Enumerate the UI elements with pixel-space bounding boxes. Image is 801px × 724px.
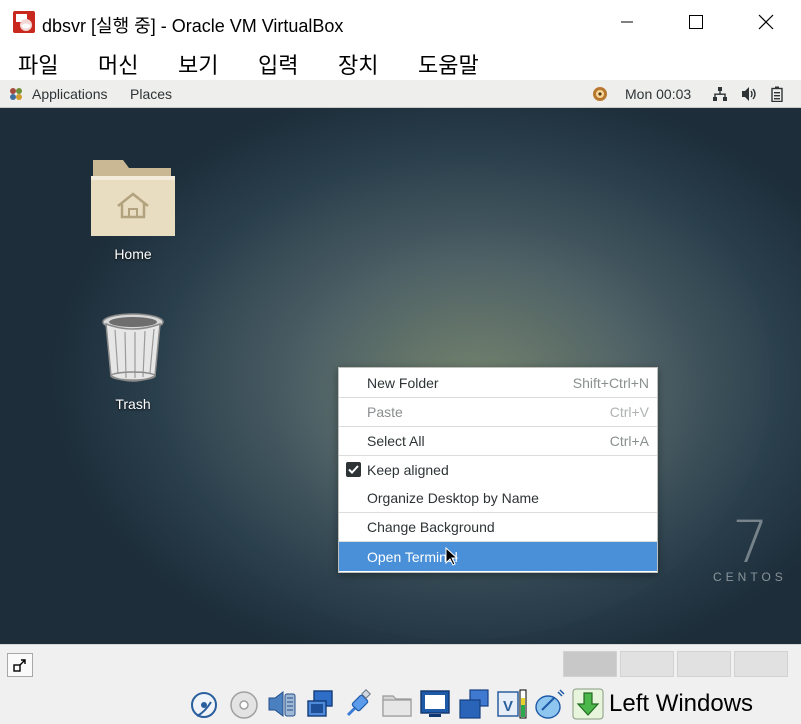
usb-icon[interactable] <box>343 688 375 720</box>
display-icon[interactable] <box>419 688 451 720</box>
menu-item-select-all[interactable]: Select All Ctrl+A <box>339 426 657 455</box>
mouse-integration-icon[interactable] <box>534 688 566 720</box>
vm-status-bar: V Left Windows <box>0 684 801 724</box>
centos-logo-number: 7 <box>732 508 769 576</box>
menu-help[interactable]: 도움말 <box>418 48 479 80</box>
trash-icon <box>102 313 164 382</box>
close-button[interactable] <box>743 6 789 38</box>
menu-input[interactable]: 입력 <box>258 48 298 80</box>
minimize-button[interactable] <box>604 6 650 38</box>
places-menu[interactable]: Places <box>130 86 172 102</box>
vm-menubar: 파일 머신 보기 입력 장치 도움말 <box>0 44 801 80</box>
battery-icon[interactable] <box>768 85 786 103</box>
menu-item-label: Select All <box>367 433 425 449</box>
maximize-icon <box>689 15 703 29</box>
centos-logo-word: CENTOS <box>713 570 787 584</box>
menu-devices[interactable]: 장치 <box>338 48 378 80</box>
checkbox-checked-icon <box>346 462 361 477</box>
vtx-cpu-icon[interactable]: V <box>496 688 528 720</box>
shared-folders-icon[interactable] <box>381 688 413 720</box>
menu-item-change-background[interactable]: Change Background <box>339 512 657 541</box>
close-icon <box>758 14 774 30</box>
svg-text:V: V <box>503 698 513 715</box>
menu-item-label: Paste <box>367 404 403 420</box>
menu-item-open-terminal[interactable]: Open Terminal <box>339 542 657 571</box>
applications-menu-icon <box>10 88 22 100</box>
desktop-icon-trash[interactable]: Trash <box>83 308 183 414</box>
audio-icon[interactable] <box>266 688 298 720</box>
virtualbox-vm-icon <box>13 11 35 33</box>
window-title: dbsvr [실행 중] - Oracle VM VirtualBox <box>42 16 344 36</box>
progress-segment <box>563 651 617 677</box>
desktop-icon-label: Trash <box>115 396 151 412</box>
home-folder-icon <box>91 160 175 236</box>
desktop-icon-home[interactable]: Home <box>83 154 183 264</box>
menu-item-shortcut: Ctrl+A <box>609 433 649 449</box>
network-icon[interactable] <box>711 85 729 103</box>
applications-menu[interactable]: Applications <box>32 86 108 102</box>
host-key-arrow-icon[interactable] <box>572 688 604 720</box>
vm-bottom-bar <box>0 644 801 684</box>
optical-drive-icon[interactable] <box>228 688 260 720</box>
menu-item-label: New Folder <box>367 375 439 391</box>
gnome-top-panel: Applications Places Mon 00:03 <box>0 80 801 108</box>
menu-view[interactable]: 보기 <box>178 48 218 80</box>
menu-machine[interactable]: 머신 <box>98 48 138 80</box>
guest-display[interactable]: Applications Places Mon 00:03 Home Trash… <box>0 80 801 644</box>
host-key-label: Left Windows <box>609 690 754 717</box>
menu-item-new-folder[interactable]: New Folder Shift+Ctrl+N <box>339 368 657 397</box>
progress-segment <box>734 651 788 677</box>
video-capture-icon[interactable] <box>458 688 490 720</box>
menu-item-label: Keep aligned <box>367 462 449 478</box>
volume-icon[interactable] <box>740 85 758 103</box>
window-titlebar: dbsvr [실행 중] - Oracle VM VirtualBox <box>0 0 801 44</box>
progress-segment <box>677 651 731 677</box>
network-adapters-icon[interactable] <box>304 688 336 720</box>
menu-item-label: Change Background <box>367 519 495 535</box>
menu-item-organize-desktop[interactable]: Organize Desktop by Name <box>339 483 657 512</box>
updates-icon[interactable] <box>591 85 609 103</box>
clock[interactable]: Mon 00:03 <box>625 86 691 102</box>
minimize-icon <box>621 21 633 23</box>
maximize-button[interactable] <box>673 6 719 38</box>
desktop-context-menu: New Folder Shift+Ctrl+N Paste Ctrl+V Sel… <box>338 367 658 573</box>
mouse-pointer-icon <box>445 547 459 566</box>
menu-item-shortcut: Shift+Ctrl+N <box>572 375 649 391</box>
scale-mode-button[interactable] <box>7 653 33 677</box>
menu-item-label: Organize Desktop by Name <box>367 490 539 506</box>
progress-segment <box>620 651 674 677</box>
hard-disk-icon[interactable] <box>189 688 221 720</box>
menu-item-paste: Paste Ctrl+V <box>339 397 657 426</box>
menu-item-shortcut: Ctrl+V <box>609 404 649 420</box>
menu-item-keep-aligned[interactable]: Keep aligned <box>339 455 657 484</box>
desktop-icon-label: Home <box>114 246 152 262</box>
menu-file[interactable]: 파일 <box>18 48 58 80</box>
scale-icon <box>13 659 26 672</box>
